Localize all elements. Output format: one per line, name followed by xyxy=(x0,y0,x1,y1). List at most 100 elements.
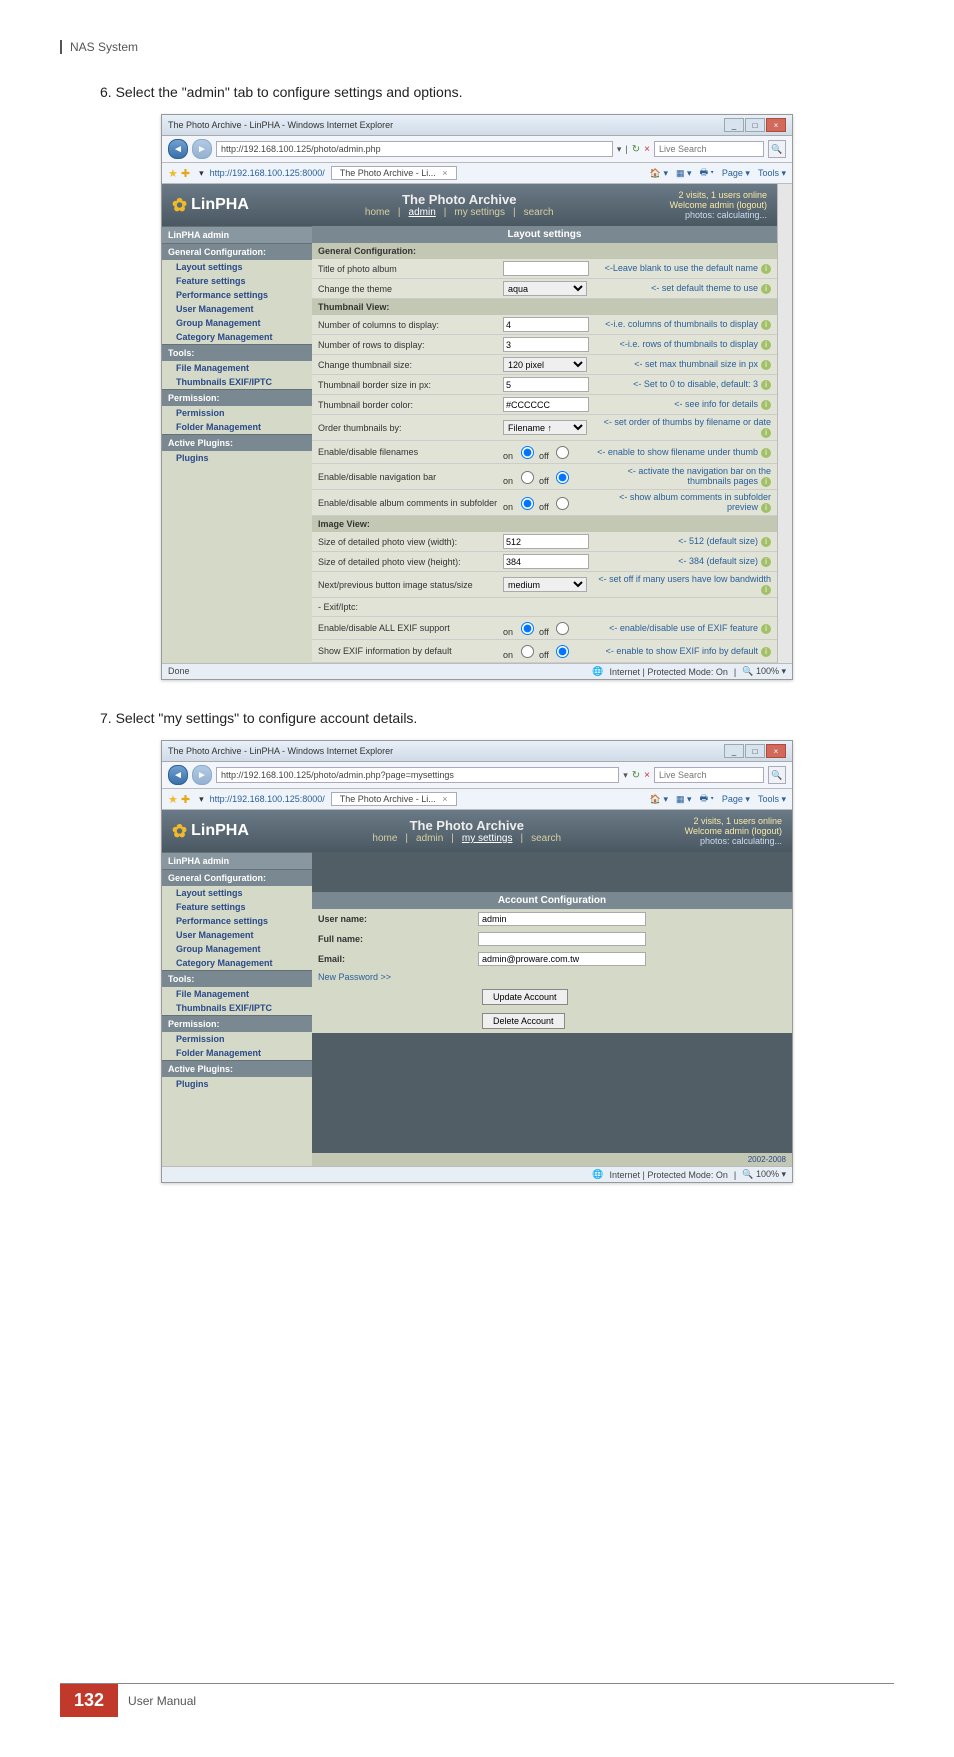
scrollbar[interactable] xyxy=(777,184,792,663)
close-icon[interactable]: × xyxy=(766,744,786,758)
comments-on[interactable] xyxy=(521,497,534,510)
refresh-icon[interactable]: ↻ xyxy=(632,144,640,155)
sidebar-item-file-mgmt[interactable]: File Management xyxy=(162,987,312,1001)
forward-icon[interactable]: ► xyxy=(192,139,212,159)
height-input[interactable] xyxy=(503,554,589,569)
sidebar-item-category-mgmt[interactable]: Category Management xyxy=(162,956,312,970)
sidebar-item-plugins[interactable]: Plugins xyxy=(162,451,312,465)
refresh-icon[interactable]: ↻ xyxy=(632,770,640,781)
page-menu[interactable]: Page ▾ xyxy=(722,168,750,179)
nav-admin[interactable]: admin xyxy=(409,207,436,218)
browser-tab[interactable]: The Photo Archive - Li... × xyxy=(331,792,457,806)
favorites-icon[interactable]: ★ xyxy=(168,793,178,806)
sidebar-item-layout[interactable]: Layout settings xyxy=(162,886,312,900)
home-icon[interactable]: 🏠 ▾ xyxy=(650,794,668,805)
nav-search[interactable]: search xyxy=(524,207,554,218)
search-input[interactable]: Live Search xyxy=(654,141,764,157)
search-input[interactable]: Live Search xyxy=(654,767,764,783)
sidebar-item-folder-mgmt[interactable]: Folder Management xyxy=(162,420,312,434)
page-menu[interactable]: Page ▾ xyxy=(722,794,750,805)
sidebar-item-user-mgmt[interactable]: User Management xyxy=(162,928,312,942)
title-input[interactable] xyxy=(503,261,589,276)
nav-home[interactable]: home xyxy=(372,833,397,844)
minimize-icon[interactable]: _ xyxy=(724,118,744,132)
nav-search[interactable]: search xyxy=(531,833,561,844)
exifsup-off[interactable] xyxy=(556,622,569,635)
order-select[interactable]: Filename ↑ xyxy=(503,420,587,435)
sidebar-item-permission[interactable]: Permission xyxy=(162,1032,312,1046)
sidebar-item-thumbs[interactable]: Thumbnails EXIF/IPTC xyxy=(162,375,312,389)
tab-close-icon[interactable]: × xyxy=(442,794,447,804)
back-icon[interactable]: ◄ xyxy=(168,139,188,159)
sidebar-item-group-mgmt[interactable]: Group Management xyxy=(162,316,312,330)
sidebar-item-user-mgmt[interactable]: User Management xyxy=(162,302,312,316)
sharepoint-link[interactable]: http://192.168.100.125:8000/ xyxy=(210,168,325,178)
exifsup-on[interactable] xyxy=(521,622,534,635)
full-name-input[interactable] xyxy=(478,932,646,946)
sidebar-item-folder-mgmt[interactable]: Folder Management xyxy=(162,1046,312,1060)
rows-input[interactable] xyxy=(503,337,589,352)
email-input[interactable] xyxy=(478,952,646,966)
sidebar-item-category-mgmt[interactable]: Category Management xyxy=(162,330,312,344)
forward-icon[interactable]: ► xyxy=(192,765,212,785)
thumbsize-select[interactable]: 120 pixel xyxy=(503,357,587,372)
nextprev-select[interactable]: medium xyxy=(503,577,587,592)
sidebar-item-file-mgmt[interactable]: File Management xyxy=(162,361,312,375)
add-favorite-icon[interactable]: ✚ xyxy=(181,793,190,806)
exifdef-off[interactable] xyxy=(556,645,569,658)
browser-tab[interactable]: The Photo Archive - Li... × xyxy=(331,166,457,180)
add-favorite-icon[interactable]: ✚ xyxy=(181,167,190,180)
nav-mysettings[interactable]: my settings xyxy=(462,833,513,844)
help-icon[interactable]: i xyxy=(761,264,771,274)
sidebar-item-plugins[interactable]: Plugins xyxy=(162,1077,312,1091)
tools-menu[interactable]: Tools ▾ xyxy=(758,794,786,805)
tab-close-icon[interactable]: × xyxy=(442,168,447,178)
nav-admin[interactable]: admin xyxy=(416,833,443,844)
new-password-link[interactable]: New Password >> xyxy=(318,972,478,982)
border-input[interactable] xyxy=(503,377,589,392)
print-icon[interactable]: 🖶 ▾ xyxy=(700,165,714,181)
cols-input[interactable] xyxy=(503,317,589,332)
sidebar-item-group-mgmt[interactable]: Group Management xyxy=(162,942,312,956)
sidebar-item-feature[interactable]: Feature settings xyxy=(162,274,312,288)
bcolor-input[interactable] xyxy=(503,397,589,412)
stop-icon[interactable]: × xyxy=(644,770,650,781)
exifdef-on[interactable] xyxy=(521,645,534,658)
stop-icon[interactable]: × xyxy=(644,144,650,155)
update-account-button[interactable]: Update Account xyxy=(482,989,568,1005)
nav-home[interactable]: home xyxy=(365,207,390,218)
favorites-icon[interactable]: ★ xyxy=(168,167,178,180)
navbar-off[interactable] xyxy=(556,471,569,484)
width-input[interactable] xyxy=(503,534,589,549)
maximize-icon[interactable]: □ xyxy=(745,744,765,758)
print-icon[interactable]: 🖶 ▾ xyxy=(700,791,714,807)
sharepoint-link[interactable]: http://192.168.100.125:8000/ xyxy=(210,794,325,804)
minimize-icon[interactable]: _ xyxy=(724,744,744,758)
nav-mysettings[interactable]: my settings xyxy=(454,207,505,218)
sidebar-item-feature[interactable]: Feature settings xyxy=(162,900,312,914)
search-icon[interactable]: 🔍 xyxy=(768,140,786,158)
search-icon[interactable]: 🔍 xyxy=(768,766,786,784)
sidebar-item-performance[interactable]: Performance settings xyxy=(162,914,312,928)
back-icon[interactable]: ◄ xyxy=(168,765,188,785)
sidebar-item-thumbs[interactable]: Thumbnails EXIF/IPTC xyxy=(162,1001,312,1015)
address-bar[interactable]: http://192.168.100.125/photo/admin.php?p… xyxy=(216,767,619,783)
feeds-icon[interactable]: ▦ ▾ xyxy=(676,794,692,805)
delete-account-button[interactable]: Delete Account xyxy=(482,1013,565,1029)
maximize-icon[interactable]: □ xyxy=(745,118,765,132)
zoom-level[interactable]: 🔍 100% ▾ xyxy=(742,666,786,677)
feeds-icon[interactable]: ▦ ▾ xyxy=(676,168,692,179)
close-icon[interactable]: × xyxy=(766,118,786,132)
home-icon[interactable]: 🏠 ▾ xyxy=(650,168,668,179)
fname-off[interactable] xyxy=(556,446,569,459)
comments-off[interactable] xyxy=(556,497,569,510)
fname-on[interactable] xyxy=(521,446,534,459)
navbar-on[interactable] xyxy=(521,471,534,484)
sidebar-item-performance[interactable]: Performance settings xyxy=(162,288,312,302)
sidebar-item-permission[interactable]: Permission xyxy=(162,406,312,420)
tools-menu[interactable]: Tools ▾ xyxy=(758,168,786,179)
zoom-level[interactable]: 🔍 100% ▾ xyxy=(742,1169,786,1180)
theme-select[interactable]: aqua xyxy=(503,281,587,296)
sidebar-item-layout[interactable]: Layout settings xyxy=(162,260,312,274)
user-name-input[interactable] xyxy=(478,912,646,926)
